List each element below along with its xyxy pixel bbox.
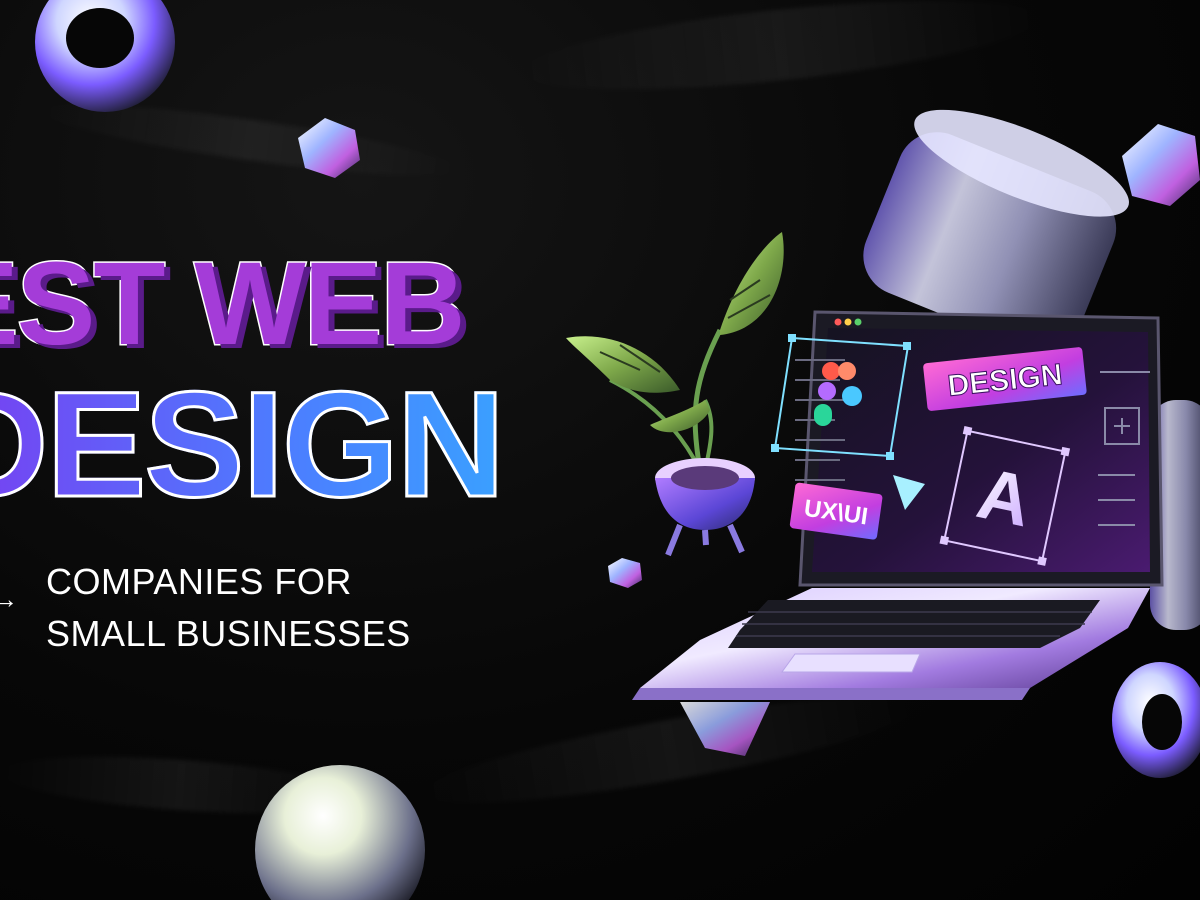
torus-bottom-right <box>1112 662 1200 778</box>
window-dot-green <box>854 318 862 326</box>
torus-top-left <box>35 0 175 112</box>
arrow-right-icon: → <box>0 584 18 614</box>
cone-shape <box>680 702 770 756</box>
hero-banner: DESIGN A UX\UI ST WEB ESIGN → COMPANIES … <box>0 0 1200 900</box>
gem-small <box>608 558 642 588</box>
pot-leg <box>665 523 683 557</box>
subheadline-line-2: SMALL BUSINESSES <box>46 613 411 654</box>
headline-line-2: DESIGN <box>0 368 507 521</box>
plant-illustration <box>566 232 784 557</box>
gem-top-right <box>1122 124 1200 206</box>
gem-top <box>298 118 360 178</box>
subheadline: COMPANIES FOR SMALL BUSINESSES <box>46 556 411 660</box>
laptop-front-edge <box>632 688 1030 700</box>
headline-line-1: EST WEB <box>0 238 467 370</box>
pot-leg <box>702 529 709 546</box>
headline: EST WEB DESIGN <box>0 238 507 521</box>
pot-leg <box>727 523 745 554</box>
laptop-trackpad <box>781 653 921 673</box>
window-dot-red <box>834 318 842 326</box>
subheadline-line-1: COMPANIES FOR <box>46 561 352 602</box>
window-dot-yellow <box>844 318 852 326</box>
sphere-bottom <box>255 765 425 900</box>
